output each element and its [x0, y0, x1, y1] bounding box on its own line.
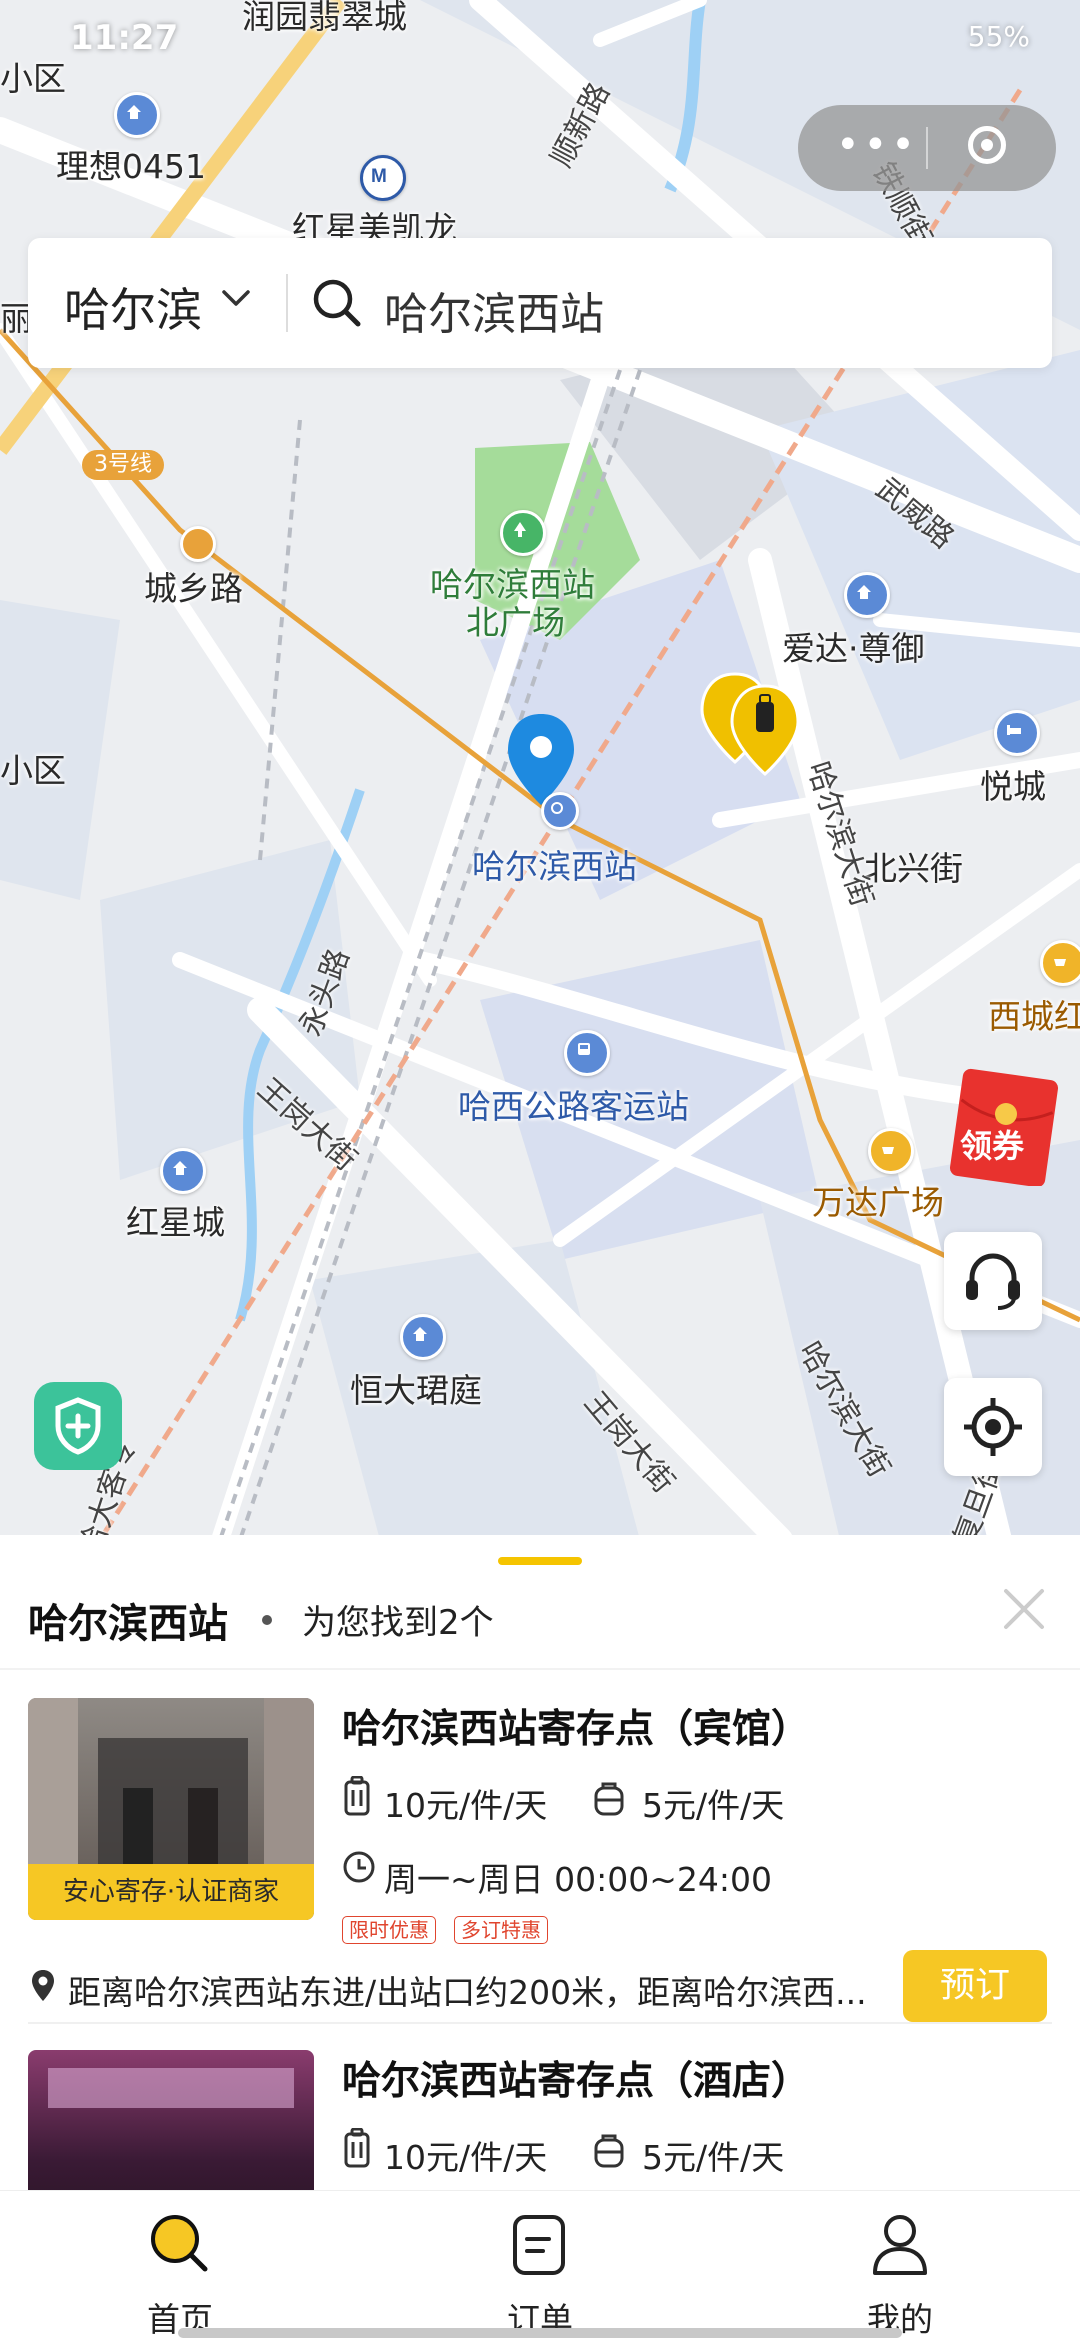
map-label-chengxiang: 城乡路: [144, 569, 243, 608]
order-icon: [513, 2215, 565, 2275]
coupon-button[interactable]: 领券: [944, 1068, 1064, 1188]
results-count: 为您找到2个: [302, 1603, 494, 1643]
map-label-west-station: 哈尔滨西站: [472, 847, 637, 886]
customer-service-button[interactable]: [944, 1232, 1042, 1330]
separator-dot: [262, 1615, 272, 1625]
search-input[interactable]: 哈尔滨西站: [384, 278, 604, 342]
status-time: 11:27: [70, 18, 179, 58]
large-luggage-price: 10元/件/天: [384, 1786, 548, 1825]
small-luggage-price: 5元/件/天: [642, 2138, 785, 2177]
results-panel: 哈尔滨西站 为您找到2个 安心寄存·认证商家 哈尔滨西站寄存点（宾馆） 10元/…: [0, 1535, 1080, 2190]
safety-shield-button[interactable]: [34, 1382, 122, 1470]
metro-line-label: 3号线: [82, 450, 164, 480]
promo-tag: 限时优惠: [342, 1916, 436, 1944]
map-label-xiaoqu-mid: 小区: [0, 751, 66, 790]
coupon-label: 领券: [960, 1127, 1025, 1165]
drag-handle[interactable]: [498, 1557, 582, 1565]
map-label-hongxingcheng: 红星城: [126, 1203, 225, 1242]
bottom-tab-bar: 首页 订单 我的: [0, 2190, 1080, 2341]
map-label-lixiang: 理想0451: [56, 147, 206, 186]
large-luggage-price: 10元/件/天: [384, 2138, 548, 2177]
results-location: 哈尔滨西站: [28, 1601, 228, 1647]
more-button[interactable]: •••: [836, 125, 919, 165]
search-icon: [313, 279, 361, 327]
location-pin-icon: [32, 1970, 54, 2001]
storefront-photo: [28, 2050, 314, 2190]
shield-plus-icon: [55, 1397, 101, 1455]
headset-icon: [966, 1253, 1020, 1310]
storage-thumbnail: 安心寄存·认证商家: [28, 1698, 314, 1920]
large-luggage-icon: [344, 2128, 370, 2168]
clock-icon: [343, 1851, 375, 1883]
residence-icon: [160, 1148, 206, 1194]
storage-title: 哈尔滨西站寄存点（宾馆）: [342, 1707, 811, 1752]
status-bar: 11:27 55%: [0, 0, 1080, 80]
tab-home[interactable]: 首页: [80, 2191, 280, 2341]
park-icon: [500, 510, 546, 556]
search-divider: [286, 274, 288, 332]
mini-program-capsule: •••: [798, 105, 1056, 191]
tab-orders[interactable]: 订单: [440, 2191, 640, 2341]
shopping-icon: [1040, 940, 1080, 986]
shopping-icon: [868, 1128, 914, 1174]
search-icon: [151, 2215, 208, 2272]
svg-text:M: M: [371, 166, 387, 187]
metro-icon: M: [360, 155, 406, 201]
locate-me-button[interactable]: [944, 1378, 1042, 1476]
small-luggage-icon: [594, 1782, 624, 1816]
storage-card[interactable]: 哈尔滨西站寄存点（酒店） 10元/件/天 5元/件/天: [0, 2050, 1080, 2190]
map-label-hengda: 恒大珺庭: [350, 1371, 482, 1410]
bus-station-icon: [564, 1030, 610, 1076]
map-label-aida: 爱达·尊御: [782, 629, 925, 668]
search-bar: 哈尔滨 哈尔滨西站: [28, 238, 1052, 368]
map-label-wanda: 万达广场: [812, 1183, 944, 1222]
map-label-haxi-bus: 哈西公路客运站: [458, 1087, 689, 1126]
divider: [0, 1668, 1080, 1670]
chevron-down-icon[interactable]: [221, 288, 251, 308]
home-indicator: [178, 2328, 902, 2338]
residence-icon: [400, 1314, 446, 1360]
map-label-north-plaza: 北广场: [466, 603, 565, 642]
residence-icon: [114, 92, 160, 138]
map-label-xicheng: 西城红: [988, 997, 1080, 1036]
promo-tag: 多订特惠: [454, 1916, 548, 1944]
residence-icon: [844, 572, 890, 618]
metro-station-icon: [180, 526, 216, 562]
storage-thumbnail: [28, 2050, 314, 2190]
storage-address: 距离哈尔滨西站东进/出站口约200米，距离哈尔滨西...: [68, 1973, 867, 2012]
station-icon: [541, 792, 579, 830]
large-luggage-icon: [344, 1776, 370, 1816]
close-icon[interactable]: [1000, 1585, 1048, 1633]
book-button[interactable]: 预订: [903, 1950, 1047, 2022]
map-label-beixing: 北兴街: [864, 849, 963, 888]
small-luggage-icon: [594, 2134, 624, 2168]
tab-profile[interactable]: 我的: [800, 2191, 1000, 2341]
capsule-divider: [926, 127, 928, 169]
divider: [28, 2022, 1052, 2024]
city-selector[interactable]: 哈尔滨: [64, 274, 202, 340]
hotel-icon: [994, 710, 1040, 756]
storage-card[interactable]: 安心寄存·认证商家 哈尔滨西站寄存点（宾馆） 10元/件/天 5元/件/天 周一…: [0, 1698, 1080, 2048]
battery-level: 55%: [967, 20, 1030, 53]
storage-title: 哈尔滨西站寄存点（酒店）: [342, 2059, 811, 2104]
close-mini-program-button[interactable]: [968, 126, 1006, 164]
certified-badge: 安心寄存·认证商家: [28, 1864, 314, 1920]
locate-icon: [964, 1398, 1022, 1456]
small-luggage-price: 5元/件/天: [642, 1786, 785, 1825]
profile-icon: [873, 2215, 927, 2275]
map-view[interactable]: M 润园翡翠城 小区 理想0451 红星美凯龙 丽 3号线 城乡路 哈尔滨西站 …: [0, 0, 1080, 1540]
opening-hours: 周一~周日 00:00~24:00: [384, 1860, 772, 1899]
map-label-yuecheng: 悦城: [980, 767, 1046, 806]
map-label-west-station-north: 哈尔滨西站: [430, 565, 595, 604]
